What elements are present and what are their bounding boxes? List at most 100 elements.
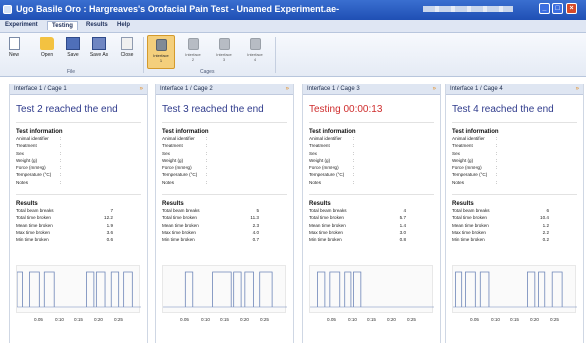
- interface-2-button[interactable]: Interface 2: [179, 35, 207, 69]
- result-value: 1.4: [399, 222, 406, 228]
- x-tick-label: 0:25: [550, 317, 559, 322]
- info-row: Animal identifier:: [16, 136, 147, 143]
- title-bar: Ugo Basile Oro : Hargreaves's Orofacial …: [0, 0, 586, 20]
- result-value: 0.8: [399, 237, 406, 243]
- info-row: Sex:: [452, 151, 583, 158]
- info-label: Animal identifier: [162, 136, 195, 141]
- menu-bar: Experiment Testing Results Help: [0, 20, 586, 33]
- info-colon: :: [60, 136, 62, 141]
- result-row: Total time broken 10.4: [452, 215, 583, 222]
- result-value: 12.2: [104, 215, 113, 221]
- result-value: 2.2: [542, 229, 549, 235]
- beam-break-pulse: [259, 271, 273, 307]
- result-value: 4: [403, 208, 406, 214]
- info-row: Animal identifier:: [162, 136, 293, 143]
- close-window-button[interactable]: ×: [566, 3, 577, 14]
- close-button[interactable]: Close: [116, 35, 138, 67]
- floppy-pencil-icon: [92, 37, 106, 50]
- divider: [16, 194, 141, 196]
- result-row: Total beam breaks 5: [162, 208, 293, 215]
- result-label: Min time broken: [309, 237, 342, 243]
- info-colon: :: [206, 179, 208, 185]
- info-colon: :: [60, 150, 62, 156]
- cage-panel: Interface 1 / Cage 3 » Testing 00:00:13 Tes…: [302, 84, 441, 343]
- menu-results[interactable]: Results: [86, 22, 108, 28]
- info-label: Sex: [16, 150, 24, 156]
- ribbon-divider: [275, 37, 276, 73]
- result-label: Total beam breaks: [16, 208, 54, 214]
- beam-break-pulse: [212, 271, 232, 307]
- result-label: Min time broken: [162, 237, 195, 243]
- maximize-button[interactable]: □: [552, 3, 563, 14]
- beam-break-pulse: [479, 271, 490, 307]
- close-document-icon: [121, 37, 133, 50]
- beam-break-graph: [162, 265, 287, 313]
- info-row: Animal identifier:: [452, 136, 583, 143]
- minimize-button[interactable]: _: [539, 3, 550, 14]
- menu-testing[interactable]: Testing: [47, 21, 78, 30]
- beam-break-pulse: [29, 271, 40, 307]
- cage-icon: [155, 39, 167, 51]
- results-title: Results: [162, 201, 184, 208]
- save-button[interactable]: Save: [62, 35, 84, 67]
- interface-4-button[interactable]: Interface 4: [241, 35, 269, 69]
- collapse-arrow-icon[interactable]: »: [286, 86, 289, 92]
- collapse-arrow-icon[interactable]: »: [140, 86, 143, 92]
- info-row: Force (mmHg):: [16, 165, 147, 172]
- open-button[interactable]: Open: [36, 35, 58, 67]
- beam-break-pulse: [86, 271, 95, 307]
- divider: [452, 194, 577, 196]
- info-label: Treatment: [452, 143, 473, 149]
- result-row: Max time broken 2.2: [452, 230, 583, 237]
- panel-header-title: Interface 1 / Cage 4: [450, 86, 503, 92]
- x-tick-label: 0:15: [510, 317, 519, 322]
- result-row: Min time broken 0.6: [16, 237, 147, 244]
- result-label: Min time broken: [452, 237, 485, 243]
- new-button[interactable]: New: [3, 35, 25, 67]
- info-row: Weight (g):: [16, 158, 147, 165]
- result-label: Total beam breaks: [162, 208, 200, 214]
- beam-break-pulse: [455, 271, 463, 307]
- result-label: Mean time broken: [162, 222, 199, 228]
- interface-1-button[interactable]: Interface 1: [147, 35, 175, 69]
- divider: [16, 122, 141, 123]
- panel-header-title: Interface 1 / Cage 1: [14, 86, 67, 92]
- menu-experiment[interactable]: Experiment: [5, 22, 38, 28]
- info-row: Temperature (°C):: [16, 172, 147, 179]
- info-row: Treatment:: [162, 143, 293, 150]
- collapse-arrow-icon[interactable]: »: [433, 86, 436, 92]
- beam-break-pulse: [233, 271, 242, 307]
- beam-break-graph: [309, 265, 434, 313]
- x-tick-label: 0:25: [114, 317, 123, 322]
- info-colon: :: [60, 165, 62, 171]
- info-colon: :: [496, 179, 498, 185]
- beam-break-pulse: [344, 271, 352, 307]
- result-row: Mean time broken 2.3: [162, 223, 293, 230]
- info-label: Sex: [162, 150, 170, 156]
- save-as-button[interactable]: Save As: [88, 35, 110, 67]
- info-label: Notes: [16, 179, 29, 185]
- collapse-arrow-icon[interactable]: »: [576, 86, 579, 92]
- divider: [162, 122, 287, 123]
- result-row: Total time broken 12.2: [16, 215, 147, 222]
- x-tick-label: 0:15: [220, 317, 229, 322]
- info-label: Force (mmHg): [452, 165, 482, 171]
- test-information-title: Test information: [452, 129, 499, 135]
- close-label: Close: [120, 52, 134, 58]
- info-label: Notes: [452, 179, 465, 185]
- info-colon: :: [353, 172, 355, 178]
- menu-help[interactable]: Help: [117, 22, 130, 28]
- result-row: Max time broken 3.0: [309, 230, 440, 237]
- info-colon: :: [496, 157, 498, 163]
- result-value: 1.2: [542, 222, 549, 228]
- test-status: Testing 00:00:13: [309, 104, 383, 115]
- x-tick-label: 0.05: [470, 317, 479, 322]
- x-tick-label: 0:20: [530, 317, 539, 322]
- interface-3-button[interactable]: Interface 3: [210, 35, 238, 69]
- result-label: Total time broken: [162, 215, 197, 221]
- info-colon: :: [60, 157, 62, 163]
- result-label: Max time broken: [16, 229, 50, 235]
- info-row: Sex:: [162, 151, 293, 158]
- beam-break-pulse: [465, 271, 476, 307]
- info-label: Weight (g): [162, 157, 184, 163]
